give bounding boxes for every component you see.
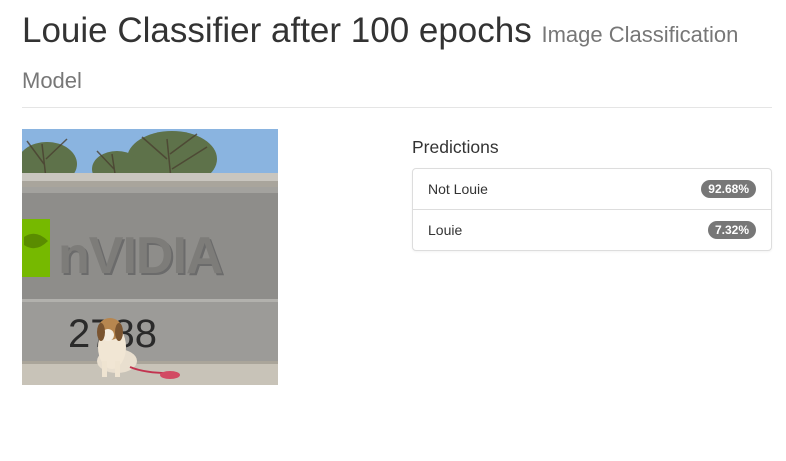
- predictions-panel: Predictions Not Louie 92.68% Louie 7.32%: [412, 136, 772, 251]
- predictions-heading: Predictions: [412, 137, 499, 157]
- predictions-list: Not Louie 92.68% Louie 7.32%: [412, 168, 772, 251]
- page-title: Louie Classifier after 100 epochs Image …: [22, 10, 774, 102]
- page: Louie Classifier after 100 epochs Image …: [0, 0, 786, 461]
- header-divider: [22, 107, 772, 108]
- prediction-label: Louie: [428, 222, 463, 238]
- page-header: Louie Classifier after 100 epochs Image …: [22, 10, 774, 102]
- prediction-confidence-badge: 7.32%: [707, 221, 756, 239]
- sign-text-highlight: nVIDIA: [58, 227, 223, 285]
- title-text: Louie Classifier after 100 epochs: [22, 11, 532, 50]
- prediction-label: Not Louie: [428, 181, 488, 197]
- prediction-item: Louie 7.32%: [413, 210, 771, 250]
- input-image: nVIDIA nVIDIA 2788: [22, 129, 278, 385]
- prediction-item: Not Louie 92.68%: [413, 169, 771, 210]
- prediction-confidence-badge: 92.68%: [701, 180, 756, 198]
